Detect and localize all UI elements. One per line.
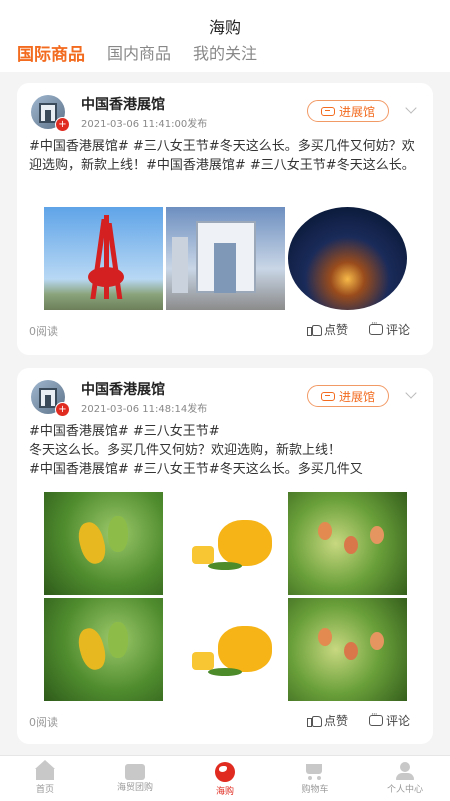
tab-domestic[interactable]: 国内商品 bbox=[107, 40, 171, 65]
tab-following[interactable]: 我的关注 bbox=[193, 40, 257, 65]
tab-label: 海购 bbox=[215, 787, 234, 797]
post-image-sculpture[interactable] bbox=[44, 207, 163, 310]
post-image-cut-mango[interactable] bbox=[166, 492, 285, 595]
thumbs-up-icon bbox=[307, 323, 322, 336]
home-icon bbox=[34, 760, 56, 780]
enter-pavilion-label: 进展馆 bbox=[338, 104, 375, 119]
comment-button[interactable]: 评论 bbox=[369, 319, 411, 338]
tab-label: 海贸团购 bbox=[116, 783, 153, 793]
post-text[interactable]: #中国香港展馆# #三八女王节# 冬天这么长。多买几件又何妨？欢迎选购，新款上线… bbox=[29, 422, 421, 479]
tab-international[interactable]: 国际商品 bbox=[17, 40, 85, 65]
post-text[interactable]: #中国香港展馆# #三八女王节#冬天这么长。多买几件又何妨？欢迎选购，新款上线！… bbox=[29, 137, 421, 175]
tab-group-buy[interactable]: 海贸团购 bbox=[90, 756, 180, 801]
store-icon bbox=[320, 106, 335, 116]
post-image-cut-mango[interactable] bbox=[166, 598, 285, 701]
page-title: 海购 bbox=[208, 18, 241, 37]
post-image-mango-tree[interactable] bbox=[44, 492, 163, 595]
comment-icon bbox=[369, 319, 383, 335]
post-card[interactable]: + 中国香港展馆 2021-03-06 11:41:00发布 进展馆 #中国香港… bbox=[17, 83, 433, 355]
cart-icon bbox=[304, 762, 326, 780]
post-image-mango-cluster[interactable] bbox=[288, 598, 407, 701]
comment-icon bbox=[369, 710, 383, 726]
bottom-tab-bar: 首页 海贸团购 海购 购物车 个人中心 bbox=[0, 755, 450, 801]
shopping-bag-icon bbox=[125, 764, 145, 780]
post-author[interactable]: 中国香港展馆 bbox=[81, 379, 165, 399]
tab-home[interactable]: 首页 bbox=[0, 756, 90, 801]
read-count: 0阅读 bbox=[29, 716, 58, 729]
tab-cart[interactable]: 购物车 bbox=[270, 756, 360, 801]
tab-label: 首页 bbox=[35, 785, 54, 795]
enter-pavilion-button[interactable]: 进展馆 bbox=[307, 385, 389, 407]
post-image-building[interactable] bbox=[166, 207, 285, 310]
post-time: 2021-03-06 11:41:00发布 bbox=[81, 119, 208, 130]
store-icon bbox=[320, 391, 335, 401]
tab-haigou[interactable]: 海购 bbox=[180, 756, 270, 801]
post-image-mango-tree[interactable] bbox=[44, 598, 163, 701]
header: 海购 国际商品 国内商品 我的关注 bbox=[0, 0, 450, 72]
post-image-mango-cluster[interactable] bbox=[288, 492, 407, 595]
plus-badge-icon: + bbox=[55, 402, 70, 417]
like-label: 点赞 bbox=[324, 714, 349, 728]
comment-button[interactable]: 评论 bbox=[369, 710, 411, 729]
enter-pavilion-button[interactable]: 进展馆 bbox=[307, 100, 389, 122]
read-count: 0阅读 bbox=[29, 325, 58, 338]
post-image-city-night[interactable] bbox=[288, 207, 407, 310]
like-button[interactable]: 点赞 bbox=[307, 712, 348, 729]
chevron-down-icon[interactable] bbox=[405, 102, 417, 114]
enter-pavilion-label: 进展馆 bbox=[338, 389, 375, 404]
comment-label: 评论 bbox=[386, 714, 411, 728]
post-card[interactable]: + 中国香港展馆 2021-03-06 11:48:14发布 进展馆 #中国香港… bbox=[17, 368, 433, 744]
user-icon bbox=[394, 762, 416, 780]
chevron-down-icon[interactable] bbox=[405, 387, 417, 399]
comment-label: 评论 bbox=[386, 323, 411, 337]
like-label: 点赞 bbox=[324, 323, 349, 337]
tab-profile[interactable]: 个人中心 bbox=[360, 756, 450, 801]
thumbs-up-icon bbox=[307, 714, 322, 727]
post-author[interactable]: 中国香港展馆 bbox=[81, 94, 165, 114]
post-time: 2021-03-06 11:48:14发布 bbox=[81, 404, 208, 415]
tab-label: 个人中心 bbox=[386, 785, 423, 795]
plus-badge-icon: + bbox=[55, 117, 70, 132]
tab-label: 购物车 bbox=[301, 785, 329, 795]
category-tabs: 国际商品 国内商品 我的关注 bbox=[17, 40, 257, 65]
globe-icon bbox=[215, 762, 235, 782]
like-button[interactable]: 点赞 bbox=[307, 321, 348, 338]
